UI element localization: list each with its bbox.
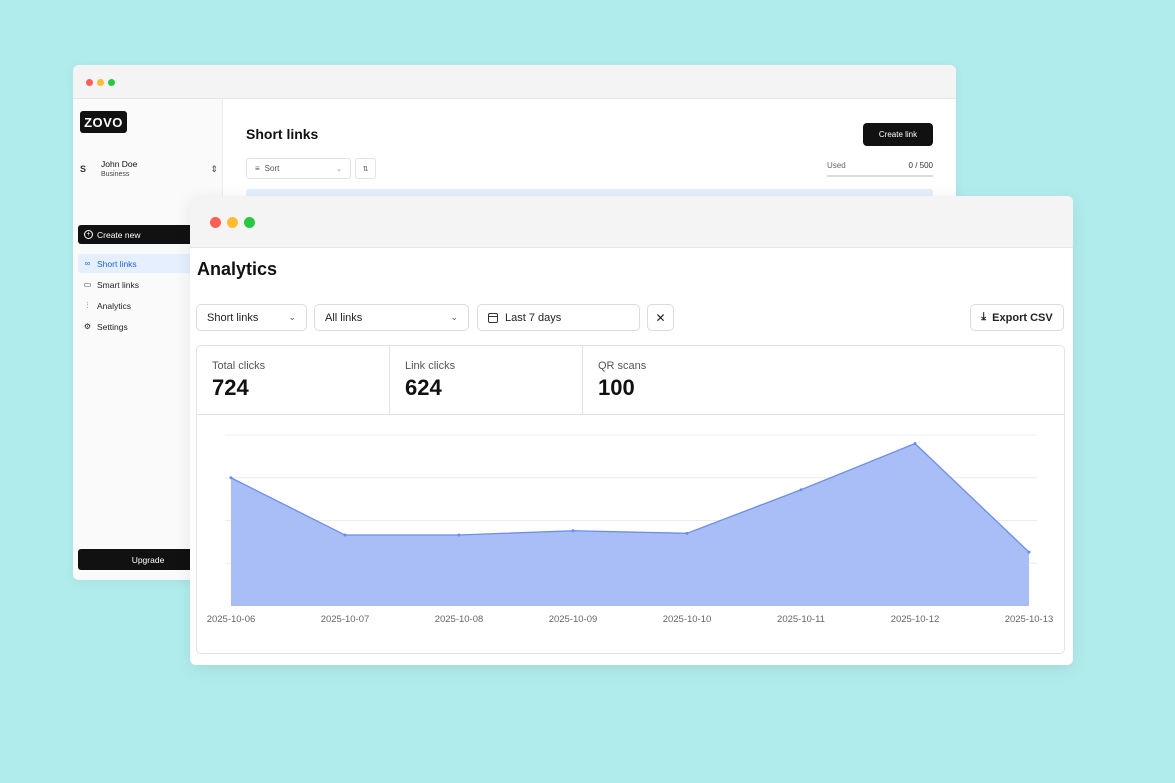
window-controls <box>210 217 255 228</box>
account-switcher[interactable]: S John Doe Business ⇕ <box>80 156 218 182</box>
sort-label: Sort <box>264 164 280 173</box>
stats-row: Total clicks 724 Link clicks 624 QR scan… <box>197 346 1064 415</box>
page-title: Analytics <box>197 259 278 279</box>
maximize-dot[interactable] <box>108 79 115 86</box>
user-plan: Business <box>101 170 130 178</box>
stat-label: QR scans <box>598 360 647 372</box>
close-dot[interactable] <box>86 79 93 86</box>
chevron-down-icon: ⌄ <box>450 312 458 322</box>
chevron-down-icon: ⌄ <box>336 165 342 173</box>
minimize-dot[interactable] <box>97 79 104 86</box>
x-tick-label: 2025-10-06 <box>207 614 256 625</box>
sort-direction-button[interactable]: ⇅ <box>355 158 376 179</box>
smart-link-icon: ▭ <box>83 280 92 289</box>
titlebar <box>190 196 1073 248</box>
logo: ZOVO <box>80 111 127 133</box>
window-controls <box>86 79 115 86</box>
calendar-icon <box>488 312 498 323</box>
sort-select[interactable]: ≡ Sort ⌄ <box>246 158 351 179</box>
sidebar-item-label: Short links <box>97 258 137 269</box>
filter-lines-icon: ≡ <box>255 164 260 173</box>
stat-value: 100 <box>598 375 635 400</box>
data-point <box>229 476 233 480</box>
date-range-value: Last 7 days <box>505 311 562 324</box>
x-tick-label: 2025-10-12 <box>891 614 940 625</box>
stat-value: 624 <box>405 375 442 400</box>
export-csv-button[interactable]: ⤓ Export CSV <box>970 304 1064 331</box>
link-icon: ∞ <box>84 259 91 268</box>
gear-icon: ⚙ <box>83 322 92 331</box>
chevron-down-icon: ⌄ <box>288 312 296 322</box>
chevron-updown-icon: ⇕ <box>210 163 218 174</box>
analytics-window: Analytics Short links ⌄ All links ⌄ Last… <box>190 196 1073 665</box>
clicks-area-chart: 2025-10-06 2025-10-07 2025-10-08 2025-10-09… <box>207 434 1054 625</box>
plus-circle-icon: + <box>84 230 93 239</box>
links-select[interactable]: All links ⌄ <box>314 304 469 331</box>
clear-filters-button[interactable]: ✕ <box>647 304 674 331</box>
sidebar-item-label: Settings <box>97 321 128 332</box>
analytics-panel: Total clicks 724 Link clicks 624 QR scan… <box>196 345 1065 654</box>
date-range-picker[interactable]: Last 7 days <box>477 304 640 331</box>
close-dot[interactable] <box>210 217 221 228</box>
export-label: Export CSV <box>992 311 1053 324</box>
usage-label: Used <box>827 161 846 170</box>
stat-value: 724 <box>212 375 249 400</box>
x-tick-label: 2025-10-11 <box>777 614 825 625</box>
create-new-button[interactable]: + Create new <box>78 225 194 244</box>
page-title: Short links <box>246 126 319 142</box>
area-series <box>231 443 1029 606</box>
data-point <box>685 531 689 535</box>
usage-progress-bar <box>827 175 933 177</box>
avatar: S <box>80 164 87 174</box>
usage-value: 0 / 500 <box>908 161 933 170</box>
x-tick-label: 2025-10-08 <box>435 614 484 625</box>
user-name: John Doe <box>101 159 138 170</box>
link-type-value: Short links <box>207 311 259 324</box>
stat-qr-scans: QR scans 100 <box>583 346 1064 414</box>
data-point <box>1027 550 1031 554</box>
stat-label: Total clicks <box>212 360 266 372</box>
data-point <box>913 442 917 446</box>
x-tick-label: 2025-10-07 <box>321 614 370 625</box>
clicks-chart: 2025-10-06 2025-10-07 2025-10-08 2025-10-09… <box>197 415 1064 653</box>
download-icon: ⤓ <box>981 311 987 323</box>
link-type-select[interactable]: Short links ⌄ <box>196 304 307 331</box>
data-point <box>457 533 461 537</box>
create-new-label: Create new <box>97 229 141 240</box>
stat-label: Link clicks <box>405 360 456 372</box>
maximize-dot[interactable] <box>244 217 255 228</box>
x-tick-label: 2025-10-10 <box>663 614 712 625</box>
links-value: All links <box>325 311 363 324</box>
data-point <box>343 533 347 537</box>
x-tick-label: 2025-10-13 <box>1005 614 1054 625</box>
data-point <box>571 529 575 533</box>
x-tick-label: 2025-10-09 <box>549 614 598 625</box>
minimize-dot[interactable] <box>227 217 238 228</box>
sidebar-item-label: Smart links <box>97 279 140 290</box>
create-link-button[interactable]: Create link <box>863 123 933 146</box>
data-point <box>799 488 803 492</box>
titlebar <box>73 65 956 99</box>
stat-link-clicks: Link clicks 624 <box>390 346 583 414</box>
stat-total-clicks: Total clicks 724 <box>197 346 390 414</box>
sidebar-item-label: Analytics <box>97 300 132 311</box>
analytics-icon: ⫶ <box>86 300 89 310</box>
